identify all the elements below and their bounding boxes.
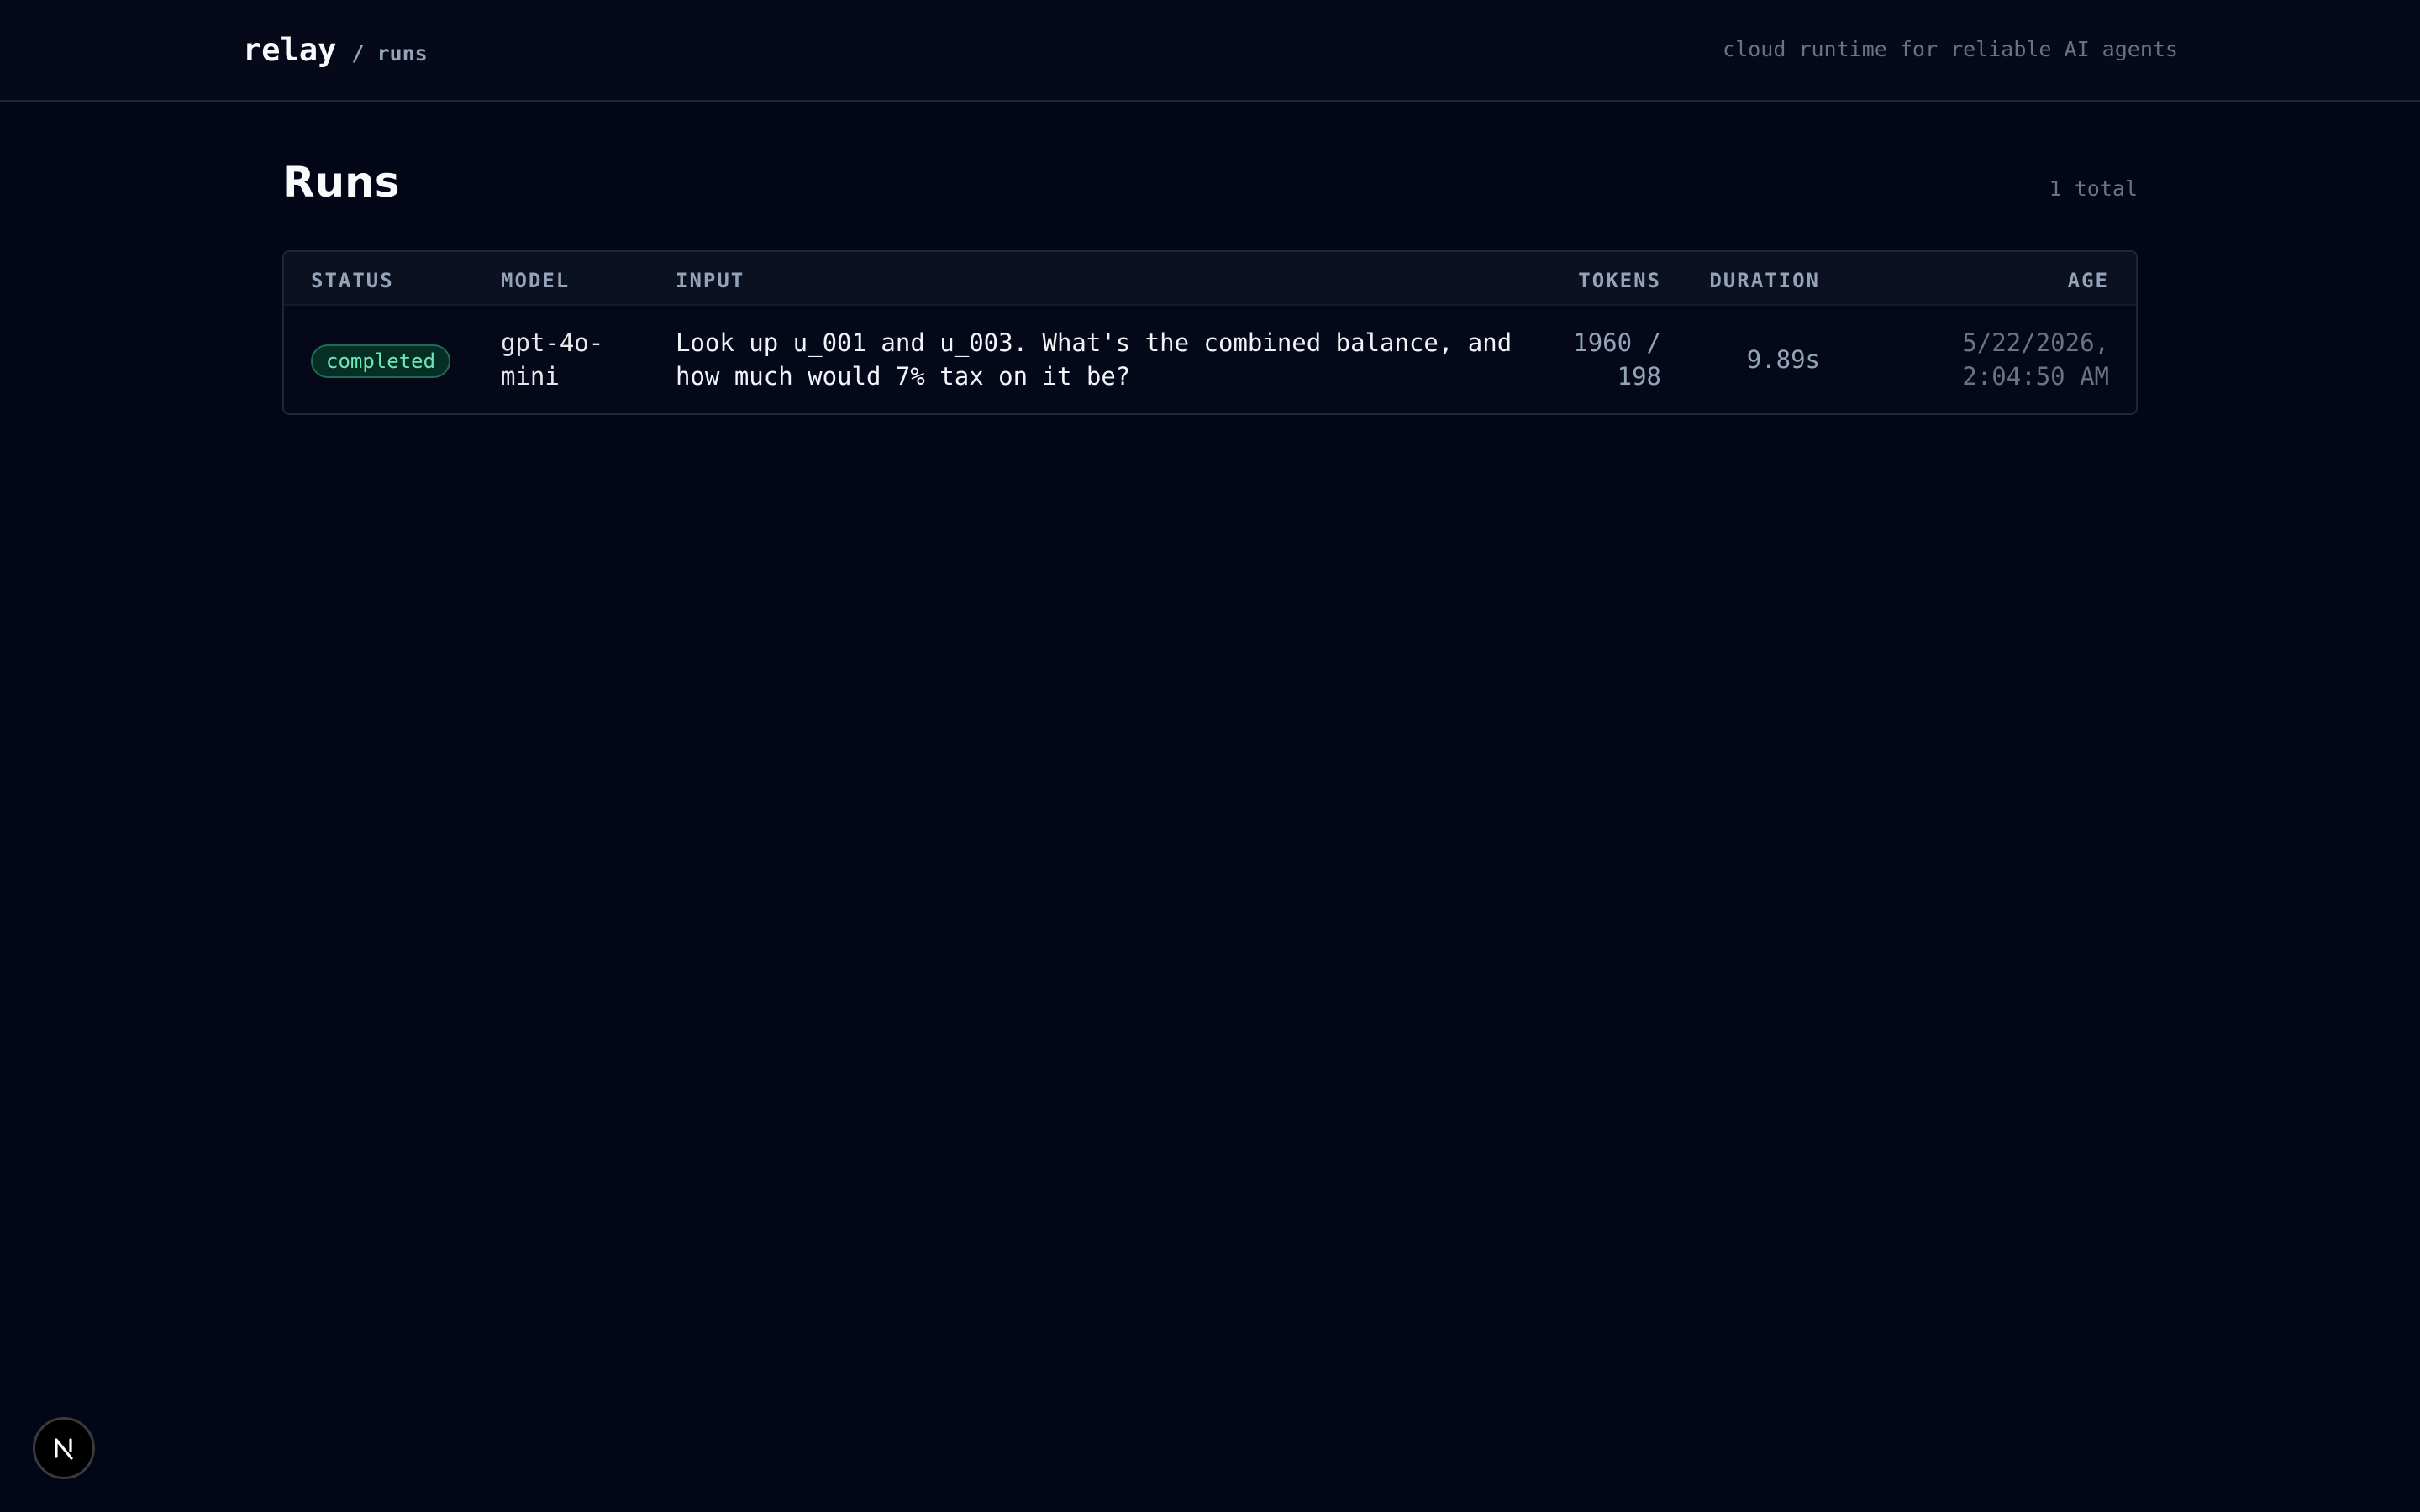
column-header-duration: DURATION bbox=[1709, 269, 1820, 292]
top-bar: relay / runs cloud runtime for reliable … bbox=[0, 0, 2420, 102]
table-row[interactable]: completed gpt-4o- mini Look up u_001 and… bbox=[284, 306, 2136, 413]
breadcrumb: / runs bbox=[351, 41, 428, 66]
column-header-input: INPUT bbox=[676, 269, 745, 292]
age-line-2: 2:04:50 AM bbox=[1962, 362, 2109, 391]
column-header-age: AGE bbox=[2067, 269, 2109, 292]
main-content: Runs 1 total STATUS MODEL INPUT TOKENS D… bbox=[282, 151, 2138, 415]
age-cell: 5/22/2026, 2:04:50 AM bbox=[1962, 326, 2109, 393]
runs-table: STATUS MODEL INPUT TOKENS DURATION AGE c… bbox=[282, 250, 2138, 415]
input-line-2: how much would 7% tax on it be? bbox=[676, 362, 1131, 391]
table-header: STATUS MODEL INPUT TOKENS DURATION AGE bbox=[284, 252, 2136, 306]
tokens-line-2: 198 bbox=[1617, 362, 1661, 391]
input-line-1: Look up u_001 and u_003. What's the comb… bbox=[676, 328, 1512, 357]
model-cell: gpt-4o- mini bbox=[501, 326, 603, 393]
nextjs-dev-indicator-button[interactable] bbox=[33, 1417, 95, 1479]
tokens-cell: 1960 / 198 bbox=[1573, 326, 1661, 393]
column-header-model: MODEL bbox=[501, 269, 571, 292]
nextjs-logo-icon bbox=[55, 1438, 73, 1460]
model-line-2: mini bbox=[501, 362, 560, 391]
title-row: Runs 1 total bbox=[282, 151, 2138, 252]
total-count: 1 total bbox=[2049, 176, 2138, 201]
brand-name[interactable]: relay bbox=[243, 32, 336, 68]
page-title: Runs bbox=[282, 158, 400, 207]
age-line-1: 5/22/2026, bbox=[1962, 328, 2109, 357]
model-line-1: gpt-4o- bbox=[501, 328, 604, 357]
brand[interactable]: relay / runs bbox=[243, 32, 428, 68]
status-badge: completed bbox=[311, 344, 451, 378]
column-header-tokens: TOKENS bbox=[1578, 269, 1661, 292]
tagline: cloud runtime for reliable AI agents bbox=[1723, 37, 2178, 61]
column-header-status: STATUS bbox=[311, 269, 394, 292]
input-cell: Look up u_001 and u_003. What's the comb… bbox=[676, 326, 1512, 393]
tokens-line-1: 1960 / bbox=[1573, 328, 1661, 357]
duration-cell: 9.89s bbox=[1746, 345, 1820, 374]
